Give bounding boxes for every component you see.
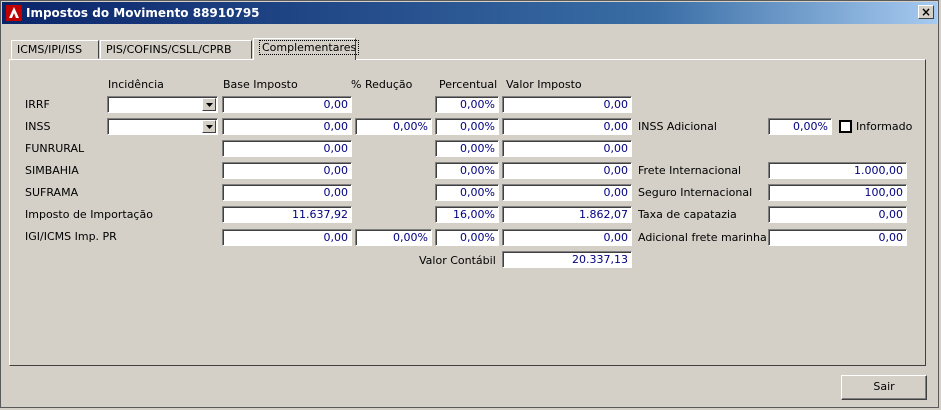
valor-contabil-field[interactable]: 20.337,13: [502, 251, 632, 268]
simbahia-base-field[interactable]: 0,00: [222, 162, 352, 179]
informado-label: Informado: [856, 120, 913, 133]
tab-pis-cofins[interactable]: PIS/COFINS/CSLL/CPRB: [100, 40, 252, 59]
app-logo-icon: [6, 5, 22, 21]
title-bar: Impostos do Movimento 88910795 ×: [2, 2, 937, 24]
header-base-imposto: Base Imposto: [223, 78, 298, 91]
importacao-valor-field[interactable]: 1.862,07: [502, 206, 632, 223]
chevron-down-icon[interactable]: [202, 98, 216, 111]
row-label-inss: INSS: [25, 120, 51, 133]
igi-percentual-field[interactable]: 0,00%: [435, 229, 499, 246]
importacao-percentual-field[interactable]: 16,00%: [435, 206, 499, 223]
igi-reducao-field[interactable]: 0,00%: [355, 229, 432, 246]
igi-valor-field[interactable]: 0,00: [502, 229, 632, 246]
valor-contabil-label: Valor Contábil: [419, 254, 496, 267]
close-button[interactable]: ×: [918, 5, 934, 19]
simbahia-percentual-field[interactable]: 0,00%: [435, 162, 499, 179]
header-percentual: Percentual: [439, 78, 498, 91]
dialog-window: Impostos do Movimento 88910795 × ICMS/IP…: [0, 0, 939, 408]
irrf-valor-field[interactable]: 0,00: [502, 96, 632, 113]
window-title: Impostos do Movimento 88910795: [26, 6, 260, 20]
header-reducao: % Redução: [351, 78, 413, 91]
inss-percentual-field[interactable]: 0,00%: [435, 118, 499, 135]
funrural-valor-field[interactable]: 0,00: [502, 140, 632, 157]
taxa-capatazia-field[interactable]: 0,00: [768, 206, 907, 223]
importacao-base-field[interactable]: 11.637,92: [222, 206, 352, 223]
igi-base-field[interactable]: 0,00: [222, 229, 352, 246]
irrf-percentual-field[interactable]: 0,00%: [435, 96, 499, 113]
suframa-valor-field[interactable]: 0,00: [502, 184, 632, 201]
seguro-internacional-label: Seguro Internacional: [638, 186, 753, 199]
inss-valor-field[interactable]: 0,00: [502, 118, 632, 135]
inss-incidencia-select[interactable]: [107, 118, 218, 135]
informado-checkbox[interactable]: [839, 120, 852, 133]
tab-icms-ipi-iss[interactable]: ICMS/IPI/ISS: [11, 40, 99, 59]
funrural-percentual-field[interactable]: 0,00%: [435, 140, 499, 157]
adicional-frete-marinha-label: Adicional frete marinha: [638, 231, 767, 244]
irrf-base-field[interactable]: 0,00: [222, 96, 352, 113]
inss-adicional-field[interactable]: 0,00%: [768, 118, 832, 135]
row-label-imposto-importacao: Imposto de Importação: [25, 208, 153, 221]
funrural-base-field[interactable]: 0,00: [222, 140, 352, 157]
row-label-simbahia: SIMBAHIA: [25, 164, 79, 177]
suframa-percentual-field[interactable]: 0,00%: [435, 184, 499, 201]
close-icon: ×: [920, 5, 932, 19]
tab-complementares[interactable]: Complementares: [253, 38, 360, 60]
simbahia-valor-field[interactable]: 0,00: [502, 162, 632, 179]
suframa-base-field[interactable]: 0,00: [222, 184, 352, 201]
header-valor-imposto: Valor Imposto: [506, 78, 582, 91]
taxa-capatazia-label: Taxa de capatazia: [638, 208, 737, 221]
adicional-frete-marinha-field[interactable]: 0,00: [768, 229, 907, 246]
chevron-down-icon[interactable]: [202, 120, 216, 133]
inss-adicional-label: INSS Adicional: [638, 120, 717, 133]
inss-reducao-field[interactable]: 0,00%: [355, 118, 432, 135]
row-label-suframa: SUFRAMA: [25, 186, 79, 199]
frete-internacional-field[interactable]: 1.000,00: [768, 162, 907, 179]
seguro-internacional-field[interactable]: 100,00: [768, 184, 907, 201]
row-label-igi-icms: IGI/ICMS Imp. PR: [25, 230, 117, 243]
row-label-irrf: IRRF: [25, 98, 50, 111]
row-label-funrural: FUNRURAL: [25, 142, 85, 155]
inss-base-field[interactable]: 0,00: [222, 118, 352, 135]
frete-internacional-label: Frete Internacional: [638, 164, 742, 177]
exit-button[interactable]: Sair: [841, 375, 927, 400]
header-incidencia: Incidência: [108, 78, 164, 91]
irrf-incidencia-select[interactable]: [107, 96, 218, 113]
